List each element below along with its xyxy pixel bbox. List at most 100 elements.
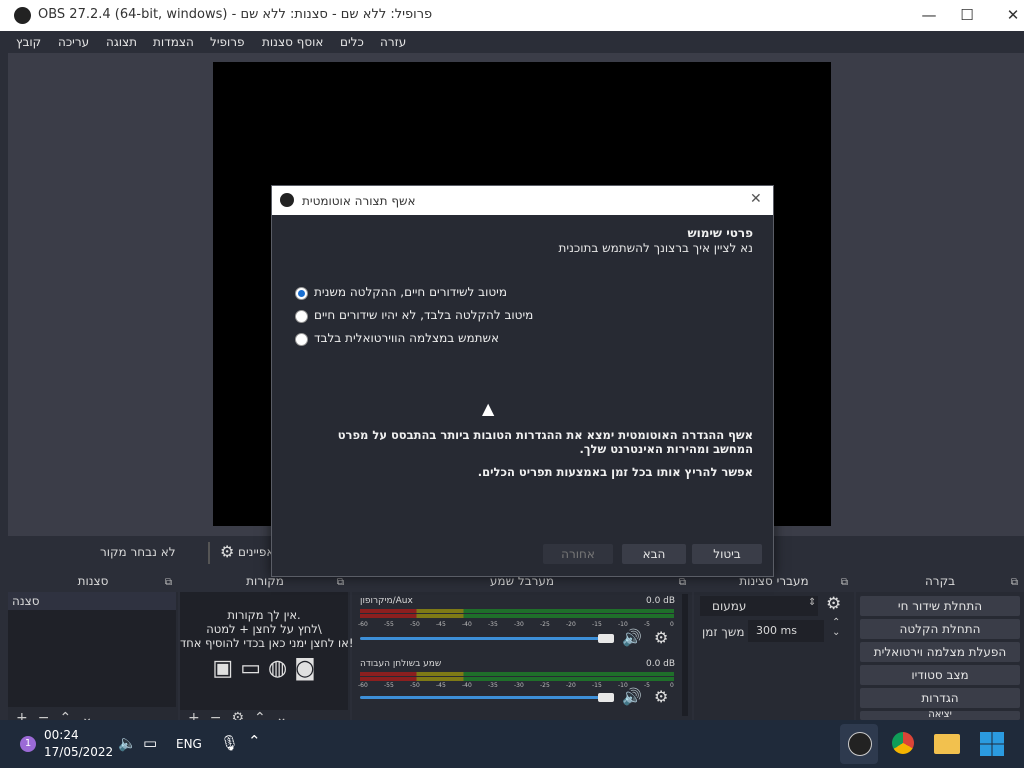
volume-slider-handle[interactable] xyxy=(598,634,614,643)
close-button[interactable]: ✕ xyxy=(990,0,1024,31)
obs-taskbar-button[interactable] xyxy=(840,724,878,764)
audio-meter xyxy=(360,672,674,676)
option-recording-label[interactable]: מיטוב להקלטה בלבד, לא יהיו שידורים חיים xyxy=(314,308,533,322)
menu-docks[interactable]: הצמדות xyxy=(153,35,194,49)
windows-start-icon[interactable] xyxy=(980,732,1004,756)
clock-date[interactable]: 17/05/2022 xyxy=(44,745,113,759)
start-virtual-camera-button[interactable]: הפעלת מצלמה וירטואלית xyxy=(860,642,1020,662)
scenes-dock-title: סצנות ⧉ xyxy=(8,572,178,592)
speaker-icon[interactable]: 🔊 xyxy=(622,687,642,706)
window-titlebar: OBS 27.2.4 (64-bit, windows) - פרופיל: ל… xyxy=(0,0,1024,31)
dialog-subheading: נא לציין איך ברצונך להשתמש בתוכנית xyxy=(558,241,754,255)
source-type-icons: ▣ ▭ ◍ ◙ xyxy=(180,656,348,681)
taskbar: 1 00:24 17/05/2022 🔈 ▭ ENG 🎙 ⌃ xyxy=(0,720,1024,768)
duration-label: משך זמן xyxy=(702,625,745,639)
cancel-button[interactable]: ביטול xyxy=(692,544,762,564)
sources-empty-line: אין לך מקורות. xyxy=(227,608,301,622)
globe-icon: ◍ xyxy=(268,656,288,681)
controls-dock: בקרה ⧉ התחלת שידור חי התחלת הקלטה הפעלת מ… xyxy=(856,572,1024,720)
obs-icon xyxy=(848,732,872,756)
chevron-up-icon[interactable]: ⌃ xyxy=(248,732,261,750)
scenes-list[interactable]: סצנה xyxy=(8,592,176,707)
studio-mode-button[interactable]: מצב סטודיו xyxy=(860,665,1020,685)
mixer-channel-name: מיקרופון/Aux xyxy=(360,596,413,606)
clock-time[interactable]: 00:24 xyxy=(44,728,79,742)
sources-empty-line: או לחצן ימני כאן בכדי להוסיף אחד! xyxy=(180,636,353,650)
float-icon[interactable]: ⧉ xyxy=(841,573,848,592)
mixer-channel-db: 0.0 dB xyxy=(646,659,676,669)
menu-file[interactable]: קובץ xyxy=(16,35,41,49)
settings-button[interactable]: הגדרות xyxy=(860,688,1020,708)
dialog-info-line: אפשר להריץ אותו בכל זמן באמצעות תפריט הכ… xyxy=(477,465,753,479)
float-icon[interactable]: ⧉ xyxy=(1011,573,1018,592)
scenes-dock: סצנות ⧉ סצנה +−⌃⌄ xyxy=(8,572,178,726)
mixer-scrollbar[interactable] xyxy=(682,594,688,716)
float-icon[interactable]: ⧉ xyxy=(165,573,172,592)
gear-icon[interactable]: ⚙ xyxy=(654,687,668,706)
volume-icon[interactable]: 🔈 xyxy=(118,734,137,752)
notification-badge[interactable]: 1 xyxy=(20,736,36,752)
dialog-info-line: אשף ההגדרה האוטומטית ימצא את ההגדרות הטו… xyxy=(337,428,753,442)
radio-streaming[interactable] xyxy=(295,287,308,300)
sources-list[interactable]: אין לך מקורות. לחץ על לחצן + למטה\ או לח… xyxy=(180,592,353,710)
audio-meter xyxy=(360,677,674,681)
volume-slider[interactable] xyxy=(360,696,610,699)
option-virtualcam-label[interactable]: אשתמש במצלמה הווירטואלית בלבד xyxy=(314,331,499,345)
dialog-titlebar: אשף תצורה אוטומטית ✕ xyxy=(272,186,773,215)
no-source-label: לא נבחר מקור xyxy=(100,545,176,559)
radio-virtualcam[interactable] xyxy=(295,333,308,346)
menu-scene-collection[interactable]: אוסף סצנות xyxy=(262,35,323,49)
window-title: OBS 27.2.4 (64-bit, windows) - פרופיל: ל… xyxy=(38,7,433,22)
microphone-icon[interactable]: 🎙 xyxy=(220,734,239,752)
left-strip xyxy=(0,53,8,720)
menu-view[interactable]: תצוגה xyxy=(106,35,137,49)
start-recording-button[interactable]: התחלת הקלטה xyxy=(860,619,1020,639)
toolbar-divider xyxy=(208,542,210,564)
option-streaming-label[interactable]: מיטוב לשידורים חיים, ההקלטה משנית xyxy=(314,285,507,299)
mixer-dock: מערבל שמע ⧉ מיקרופון/Aux 0.0 dB -60 -55 -50… xyxy=(352,572,692,720)
file-explorer-icon[interactable] xyxy=(934,734,960,754)
next-button[interactable]: הבא xyxy=(622,544,686,564)
list-item[interactable]: סצנה xyxy=(8,592,176,610)
gear-icon[interactable]: ⚙ xyxy=(826,594,841,614)
duration-stepper[interactable]: ⌃ ⌄ xyxy=(832,618,840,638)
duration-input[interactable]: 300 ms xyxy=(748,620,824,642)
back-button[interactable]: אחורה xyxy=(543,544,613,564)
transition-type-value: עמעום xyxy=(712,599,747,613)
maximize-button[interactable]: ☐ xyxy=(944,0,990,31)
mixer-channel-name: שמע בשולחן העבודה xyxy=(360,659,442,669)
radio-recording[interactable] xyxy=(295,310,308,323)
volume-slider[interactable] xyxy=(360,637,610,640)
spinner-icon: ⇕ xyxy=(808,597,817,608)
gear-icon[interactable]: ⚙ xyxy=(654,628,668,647)
duration-value: 300 ms xyxy=(756,624,797,637)
dialog-heading: פרטי שימוש xyxy=(687,226,753,240)
speaker-icon[interactable]: 🔊 xyxy=(622,628,642,647)
sources-dock: מקורות ⧉ אין לך מקורות. לחץ על לחצן + למט… xyxy=(180,572,353,726)
volume-slider-handle[interactable] xyxy=(598,693,614,702)
transitions-dock: מעברי סצינות ⧉ עמעום ⇕ ⚙ משך זמן 300 ms ⌃… xyxy=(694,572,854,720)
sources-empty-line: לחץ על לחצן + למטה\ xyxy=(206,622,322,636)
network-icon[interactable]: ▭ xyxy=(143,734,157,752)
audio-meter xyxy=(360,609,674,613)
mixer-channel-db: 0.0 dB xyxy=(646,596,676,606)
start-streaming-button[interactable]: התחלת שידור חי xyxy=(860,596,1020,616)
camera-icon: ◙ xyxy=(294,656,316,681)
dialog-title: אשף תצורה אוטומטית xyxy=(302,194,416,208)
transition-type-select[interactable]: עמעום ⇕ xyxy=(700,596,818,616)
image-icon: ▣ xyxy=(212,656,234,681)
chrome-icon[interactable] xyxy=(892,732,914,754)
auto-config-dialog: אשף תצורה אוטומטית ✕ פרטי שימוש נא לציין… xyxy=(271,185,774,577)
dialog-close-button[interactable]: ✕ xyxy=(750,191,762,207)
exit-button[interactable]: יציאה xyxy=(860,711,1020,720)
menu-tools[interactable]: כלים xyxy=(340,35,364,49)
menu-help[interactable]: עזרה xyxy=(380,35,406,49)
display-icon: ▭ xyxy=(240,656,262,681)
gear-icon[interactable]: ⚙ xyxy=(220,542,234,561)
menu-bar: קובץ עריכה תצוגה הצמדות פרופיל אוסף סצנו… xyxy=(0,31,1024,53)
menu-profile[interactable]: פרופיל xyxy=(210,35,245,49)
dialog-info-line: המחשב ומהירות האינטרנט שלך. xyxy=(579,442,753,456)
menu-edit[interactable]: עריכה xyxy=(58,35,89,49)
audio-meter xyxy=(360,614,674,618)
language-indicator[interactable]: ENG xyxy=(176,737,202,751)
